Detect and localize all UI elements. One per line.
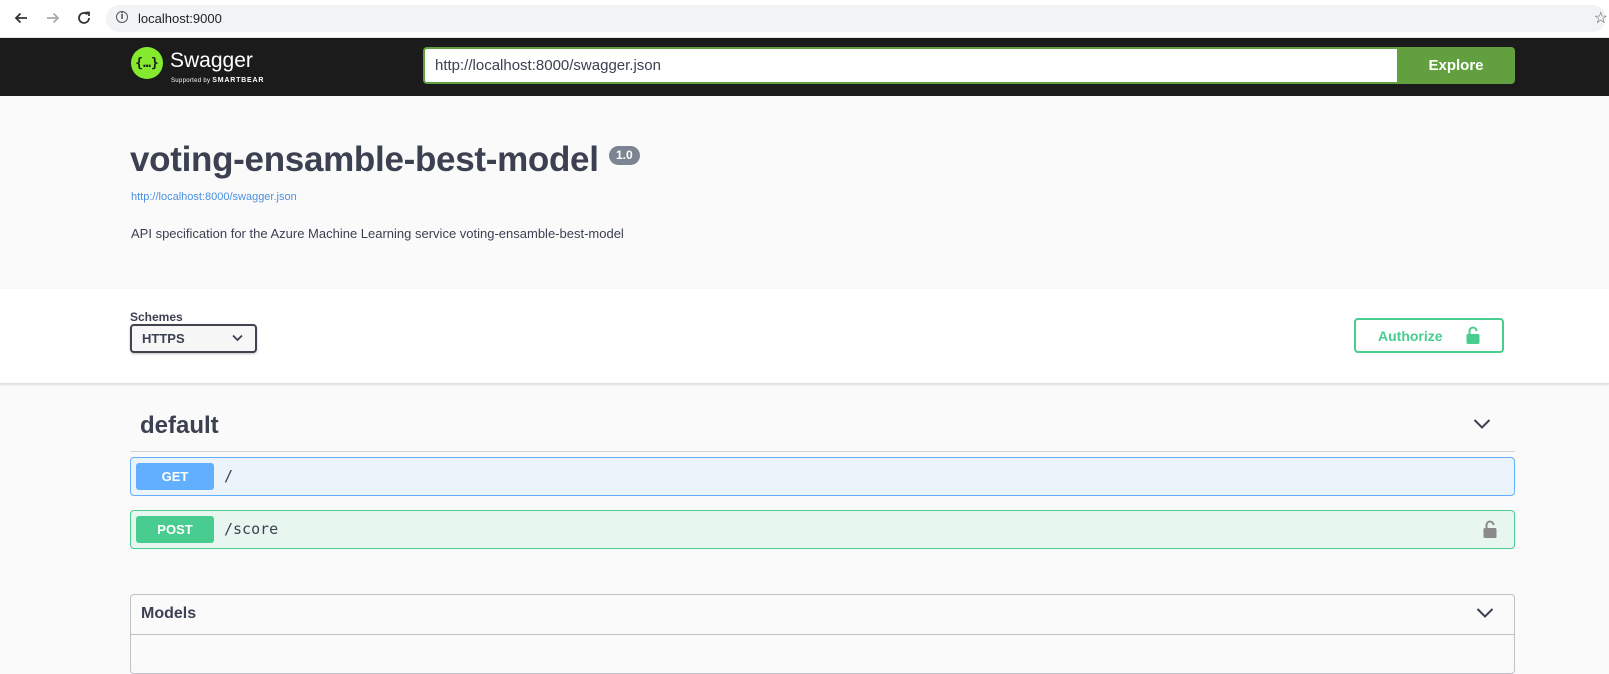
chevron-down-icon	[232, 334, 243, 342]
models-section: Models	[130, 594, 1515, 674]
lock-icon[interactable]	[1483, 520, 1497, 539]
operation-get-root[interactable]: GET /	[130, 457, 1515, 496]
info-icon[interactable]: i	[116, 11, 128, 23]
explore-button[interactable]: Explore	[1397, 47, 1515, 84]
schemes-label: Schemes	[130, 310, 183, 324]
logo-sub-prefix: Supported by	[171, 78, 211, 84]
browser-toolbar: i localhost:9000 ☆	[0, 0, 1609, 38]
schemes-selected-value: HTTPS	[142, 331, 185, 346]
spec-url-input[interactable]	[423, 47, 1397, 84]
swagger-logo-icon[interactable]: {…}	[131, 47, 163, 79]
operation-post-score[interactable]: POST /score	[130, 510, 1515, 549]
tag-name: default	[140, 412, 219, 439]
arrow-right-icon[interactable]	[43, 8, 63, 28]
logo-sub-brand: SMARTBEAR	[212, 77, 265, 84]
api-description: API specification for the Azure Machine …	[131, 226, 624, 241]
authorize-button[interactable]: Authorize	[1354, 318, 1504, 353]
http-method-badge: GET	[136, 463, 214, 490]
http-method-badge: POST	[136, 516, 214, 543]
reload-icon[interactable]	[74, 8, 94, 28]
unlocked-lock-icon	[1466, 326, 1480, 344]
chevron-down-icon	[1476, 608, 1494, 618]
operation-path: /	[224, 467, 234, 485]
address-url[interactable]: localhost:9000	[138, 11, 222, 26]
address-bar[interactable]: i localhost:9000 ☆	[106, 5, 1608, 32]
page-title: voting-ensamble-best-model	[130, 140, 599, 179]
scheme-container: Schemes HTTPS Authorize	[0, 289, 1609, 384]
models-header[interactable]: Models	[131, 595, 1514, 635]
operation-path: /score	[224, 520, 279, 538]
authorize-label: Authorize	[1378, 328, 1443, 344]
tag-default-header[interactable]: default	[130, 402, 1515, 452]
spec-link[interactable]: http://localhost:8000/swagger.json	[131, 191, 297, 203]
models-title: Models	[141, 605, 197, 622]
logo-subtitle: Supported by SMARTBEAR	[171, 77, 264, 84]
chevron-down-icon	[1473, 419, 1491, 429]
schemes-select[interactable]: HTTPS	[130, 324, 257, 353]
version-badge: 1.0	[609, 146, 640, 165]
star-icon[interactable]: ☆	[1594, 8, 1608, 28]
logo-text[interactable]: Swagger	[170, 50, 253, 71]
arrow-left-icon[interactable]	[11, 8, 31, 28]
